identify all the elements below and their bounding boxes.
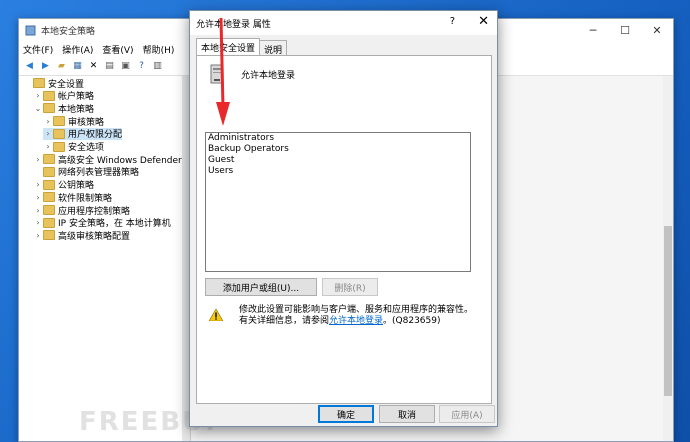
tree-item[interactable]: › 用户权限分配 (43, 127, 123, 141)
tree-item-label: 网络列表管理器策略 (58, 168, 140, 179)
help-icon[interactable]: ? (450, 16, 455, 27)
members-listbox[interactable]: Administrators Backup Operators Guest Us… (205, 132, 471, 272)
cancel-button[interactable]: 取消 (379, 405, 435, 423)
menu-view[interactable]: 查看(V) (102, 43, 133, 56)
list-item[interactable]: Guest (206, 155, 470, 166)
warning-line-2: 有关详细信息，请参阅允许本地登录。(Q823659) (239, 316, 489, 327)
ok-button[interactable]: 确定 (318, 405, 374, 423)
tree-item-label: 帐户策略 (58, 92, 95, 103)
list-item[interactable]: Users (206, 166, 470, 177)
folder-icon (43, 166, 55, 177)
tree-item[interactable]: › 公钥策略 (33, 179, 94, 191)
export-icon[interactable]: ▣ (119, 60, 132, 73)
folder-icon (43, 217, 55, 228)
back-icon[interactable]: ◀ (23, 60, 36, 73)
warning-suffix: 。(Q823659) (383, 316, 441, 326)
tree-item-label: IP 安全策略，在 本地计算机 (58, 219, 171, 230)
expand-chevron-icon[interactable]: › (43, 142, 53, 151)
menu-action[interactable]: 操作(A) (62, 43, 93, 56)
expand-chevron-icon[interactable]: › (33, 193, 43, 202)
tree-item[interactable]: › 审核策略 (43, 115, 105, 128)
console-tree: 安全设置 › 帐户策略 ⌄ 本地策略 › 审核策略 › 用户权限分配 › 安全选项 › 高级安全 Win… (19, 76, 183, 441)
properties-dialog: 允许本地登录 属性 ? ✕ 本地安全设置 说明 允许本地登录 Administr… (189, 10, 498, 427)
tree-item[interactable]: › IP 安全策略，在 本地计算机 (33, 217, 171, 229)
expand-chevron-icon[interactable]: ⌄ (33, 104, 43, 113)
forward-icon[interactable]: ▶ (39, 60, 52, 73)
menu-help[interactable]: 帮助(H) (143, 43, 175, 56)
help-link[interactable]: 允许本地登录 (329, 316, 383, 326)
expand-chevron-icon[interactable]: › (33, 231, 43, 240)
console-icon[interactable]: ▥ (151, 60, 164, 73)
apply-button[interactable]: 应用(A) (439, 405, 495, 423)
folder-icon (53, 128, 65, 139)
expand-chevron-icon[interactable]: › (33, 180, 43, 189)
expand-chevron-icon[interactable]: › (33, 218, 43, 227)
folder-icon (43, 230, 55, 241)
tree-item[interactable]: 网络列表管理器策略 (33, 166, 139, 178)
tree-item[interactable]: › 高级安全 Windows Defender 防火墙 (33, 153, 182, 166)
policy-name: 允许本地登录 (241, 71, 296, 81)
folder-icon (53, 141, 65, 152)
tree-item-label: 本地策略 (58, 104, 95, 115)
folder-icon (43, 90, 55, 101)
folder-icon (53, 116, 65, 127)
expand-chevron-icon[interactable]: › (33, 91, 43, 100)
expand-chevron-icon[interactable]: › (33, 206, 43, 215)
warning-prefix: 有关详细信息，请参阅 (239, 316, 330, 326)
tree-item-label: 应用程序控制策略 (58, 206, 131, 217)
folder-icon (43, 205, 55, 215)
tree-item-label: 公钥策略 (58, 181, 95, 192)
warning-icon (209, 309, 223, 321)
tree-item[interactable]: › 帐户策略 (33, 90, 94, 102)
tree-item-label: 安全选项 (68, 143, 105, 153)
folder-icon (43, 103, 55, 114)
tree-item-label: 高级审核策略配置 (58, 231, 131, 242)
app-icon (25, 25, 36, 35)
tree-item[interactable]: 安全设置 (23, 77, 85, 90)
expand-chevron-icon[interactable]: › (33, 155, 43, 164)
tree-item[interactable]: › 高级审核策略配置 (33, 229, 131, 242)
dialog-title: 允许本地登录 属性 (196, 19, 271, 30)
list-item[interactable]: Administrators (206, 133, 470, 144)
add-user-or-group-button[interactable]: 添加用户或组(U)... (205, 278, 317, 296)
vertical-scrollbar[interactable] (663, 76, 673, 441)
tree-item[interactable]: › 应用程序控制策略 (33, 204, 131, 217)
minimize-icon[interactable]: ─ (577, 19, 609, 41)
delete-icon[interactable]: ✕ (87, 60, 100, 73)
scroll-thumb[interactable] (664, 226, 672, 396)
close-icon[interactable]: ✕ (478, 14, 489, 29)
up-folder-icon[interactable]: ▰ (55, 60, 68, 73)
help-icon[interactable]: ? (135, 60, 148, 73)
folder-icon (33, 78, 45, 88)
tree-item[interactable]: › 安全选项 (43, 141, 104, 153)
expand-chevron-icon[interactable]: › (43, 129, 53, 138)
close-window-icon[interactable]: ✕ (641, 19, 673, 41)
menu-file[interactable]: 文件(F) (23, 43, 53, 56)
maximize-icon[interactable]: ☐ (609, 19, 641, 41)
list-item[interactable]: Backup Operators (206, 144, 470, 155)
folder-icon (43, 192, 55, 203)
tree-item-label: 安全设置 (48, 79, 85, 90)
policy-computer-icon (210, 64, 224, 84)
remove-button[interactable]: 删除(R) (322, 278, 378, 296)
folder-icon (43, 179, 55, 190)
show-tree-icon[interactable]: ▦ (71, 60, 84, 73)
expand-chevron-icon[interactable]: › (43, 117, 53, 126)
warning-text: 修改此设置可能影响与客户端、服务和应用程序的兼容性。 有关详细信息，请参阅允许本… (239, 305, 489, 327)
tree-item-label: 高级安全 Windows Defender 防火墙 (58, 155, 182, 166)
tree-item-label: 审核策略 (68, 117, 105, 128)
dialog-titlebar: 允许本地登录 属性 ? ✕ (190, 11, 497, 35)
folder-icon (43, 154, 55, 165)
tree-item[interactable]: › 软件限制策略 (33, 191, 113, 204)
tree-item[interactable]: ⌄ 本地策略 (33, 102, 95, 115)
warning-line-1: 修改此设置可能影响与客户端、服务和应用程序的兼容性。 (239, 305, 474, 315)
tree-item-label: 软件限制策略 (58, 193, 113, 204)
tree-item-label: 用户权限分配 (68, 130, 123, 141)
tab-panel: 允许本地登录 Administrators Backup Operators G… (196, 55, 492, 404)
mmc-title: 本地安全策略 (41, 26, 96, 37)
properties-icon[interactable]: ▤ (103, 60, 116, 73)
